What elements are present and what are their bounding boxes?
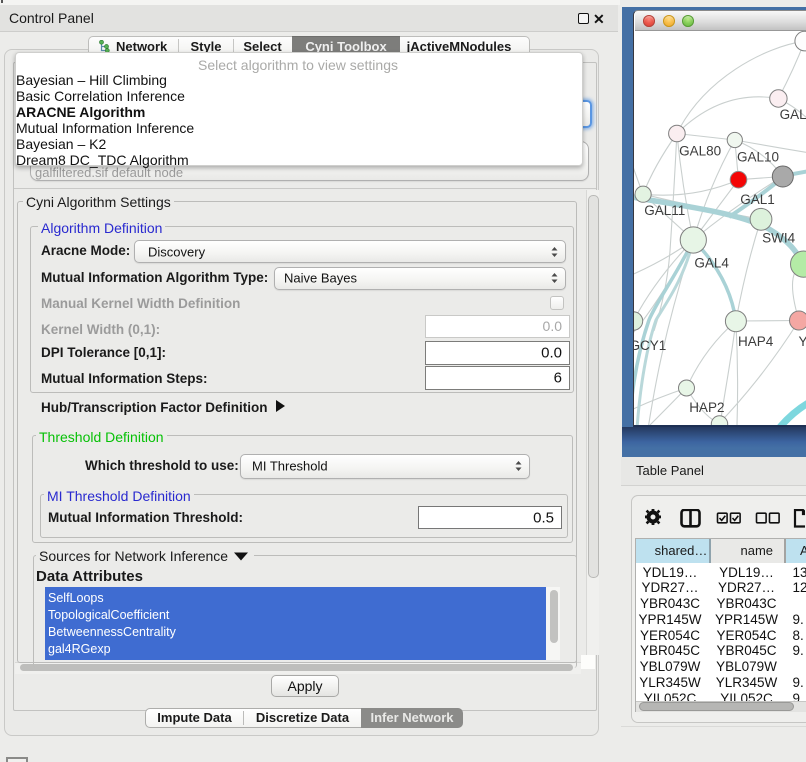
svg-text:GAL4: GAL4 [694,256,729,271]
svg-text:GAL10: GAL10 [737,149,779,164]
svg-text:GAL1: GAL1 [740,192,775,207]
svg-text:GCY1: GCY1 [634,338,666,353]
svg-text:SWI4: SWI4 [762,230,795,245]
svg-text:GAL11: GAL11 [644,203,685,218]
svg-text:GAL7: GAL7 [780,107,806,122]
svg-text:HAP4: HAP4 [738,334,774,349]
svg-text:YD: YD [799,334,806,349]
svg-text:GAL80: GAL80 [679,144,721,159]
svg-text:HAP2: HAP2 [689,400,724,415]
